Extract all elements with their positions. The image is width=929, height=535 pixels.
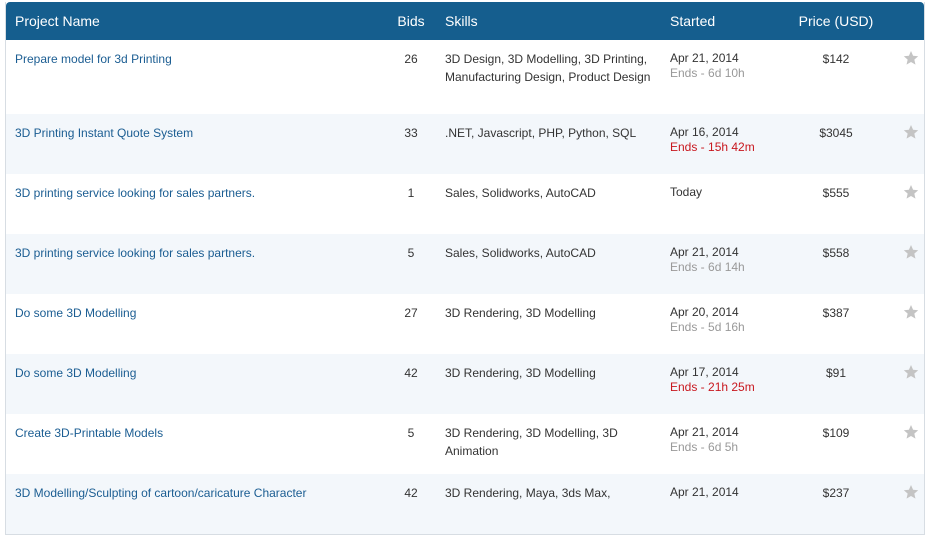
time-remaining: Ends - 15h 42m [670, 140, 755, 154]
table-row: 3D printing service looking for sales pa… [6, 174, 924, 234]
star-icon[interactable] [903, 304, 919, 320]
skills-list: 3D Rendering, Maya, 3ds Max, [445, 486, 611, 500]
started-cell: Apr 21, 2014 Ends - 6d 10h [670, 51, 745, 81]
star-icon[interactable] [903, 364, 919, 380]
price: $555 [822, 186, 850, 200]
project-link[interactable]: 3D printing service looking for sales pa… [15, 246, 255, 260]
price: $237 [822, 486, 850, 500]
table-row: 3D printing service looking for sales pa… [6, 234, 924, 294]
star-icon[interactable] [903, 50, 919, 66]
project-link[interactable]: Create 3D-Printable Models [15, 426, 163, 440]
started-cell: Apr 16, 2014 Ends - 15h 42m [670, 125, 755, 155]
price: $3045 [819, 126, 853, 140]
time-remaining: Ends - 5d 16h [670, 320, 745, 334]
bid-count: 26 [404, 52, 418, 66]
table-row: Do some 3D Modelling 27 3D Rendering, 3D M… [6, 294, 924, 354]
started-cell: Today [670, 185, 702, 200]
start-date: Apr 17, 2014 [670, 365, 739, 379]
star-icon[interactable] [903, 244, 919, 260]
skills-list: 3D Rendering, 3D Modelling, 3D Animation [445, 426, 618, 458]
skills-list: 3D Rendering, 3D Modelling [445, 366, 596, 380]
started-cell: Apr 21, 2014 Ends - 6d 5h [670, 425, 739, 455]
started-cell: Apr 21, 2014 Ends - 6d 14h [670, 245, 745, 275]
skills-list: Sales, Solidworks, AutoCAD [445, 186, 596, 200]
bid-count: 33 [404, 126, 418, 140]
start-date: Apr 16, 2014 [670, 125, 739, 139]
bid-count: 27 [404, 306, 418, 320]
table-row: Prepare model for 3d Printing 26 3D Design… [6, 40, 924, 114]
star-icon[interactable] [903, 484, 919, 500]
price: $142 [822, 52, 850, 66]
skills-list: 3D Design, 3D Modelling, 3D Printing, Ma… [445, 52, 651, 84]
column-header-project-name[interactable]: Project Name [15, 13, 100, 29]
table-row: Create 3D-Printable Models 5 3D Rendering,… [6, 414, 924, 474]
project-link[interactable]: 3D printing service looking for sales pa… [15, 186, 255, 200]
project-link[interactable]: Prepare model for 3d Printing [15, 52, 172, 66]
skills-list: .NET, Javascript, PHP, Python, SQL [445, 126, 637, 140]
started-cell: Apr 17, 2014 Ends - 21h 25m [670, 365, 755, 395]
column-header-started[interactable]: Started [670, 13, 715, 29]
column-header-price[interactable]: Price (USD) [796, 13, 876, 29]
project-link[interactable]: 3D Printing Instant Quote System [15, 126, 193, 140]
star-icon[interactable] [903, 424, 919, 440]
time-remaining: Ends - 6d 14h [670, 260, 745, 274]
time-remaining: Ends - 21h 25m [670, 380, 755, 394]
bid-count: 5 [407, 246, 415, 260]
star-icon[interactable] [903, 124, 919, 140]
started-cell: Apr 21, 2014 [670, 485, 739, 500]
projects-table: Project Name Bids Skills Started Price (… [5, 2, 925, 535]
price: $91 [825, 366, 847, 380]
started-cell: Apr 20, 2014 Ends - 5d 16h [670, 305, 745, 335]
project-link[interactable]: Do some 3D Modelling [15, 306, 136, 320]
price: $387 [822, 306, 850, 320]
bid-count: 5 [407, 426, 415, 440]
project-link[interactable]: 3D Modelling/Sculpting of cartoon/carica… [15, 486, 306, 500]
table-row: Do some 3D Modelling 42 3D Rendering, 3D M… [6, 354, 924, 414]
time-remaining: Ends - 6d 10h [670, 66, 745, 80]
time-remaining: Ends - 6d 5h [670, 440, 739, 454]
skills-list: 3D Rendering, 3D Modelling [445, 306, 596, 320]
price: $109 [822, 426, 850, 440]
table-row: 3D Printing Instant Quote System 33 .NET, … [6, 114, 924, 174]
price: $558 [822, 246, 850, 260]
project-link[interactable]: Do some 3D Modelling [15, 366, 136, 380]
star-icon[interactable] [903, 184, 919, 200]
bid-count: 1 [407, 186, 415, 200]
skills-list: Sales, Solidworks, AutoCAD [445, 246, 596, 260]
start-date: Apr 21, 2014 [670, 245, 739, 259]
table-header: Project Name Bids Skills Started Price (… [6, 2, 924, 40]
start-date: Apr 20, 2014 [670, 305, 739, 319]
start-date: Apr 21, 2014 [670, 51, 739, 65]
start-date: Apr 21, 2014 [670, 485, 739, 499]
table-body: Prepare model for 3d Printing 26 3D Design… [6, 40, 924, 534]
column-header-skills: Skills [445, 13, 478, 29]
start-date: Today [670, 185, 703, 199]
column-header-bids[interactable]: Bids [396, 13, 426, 29]
start-date: Apr 21, 2014 [670, 425, 739, 439]
bid-count: 42 [404, 486, 418, 500]
bid-count: 42 [404, 366, 418, 380]
table-row: 3D Modelling/Sculpting of cartoon/carica… [6, 474, 924, 534]
